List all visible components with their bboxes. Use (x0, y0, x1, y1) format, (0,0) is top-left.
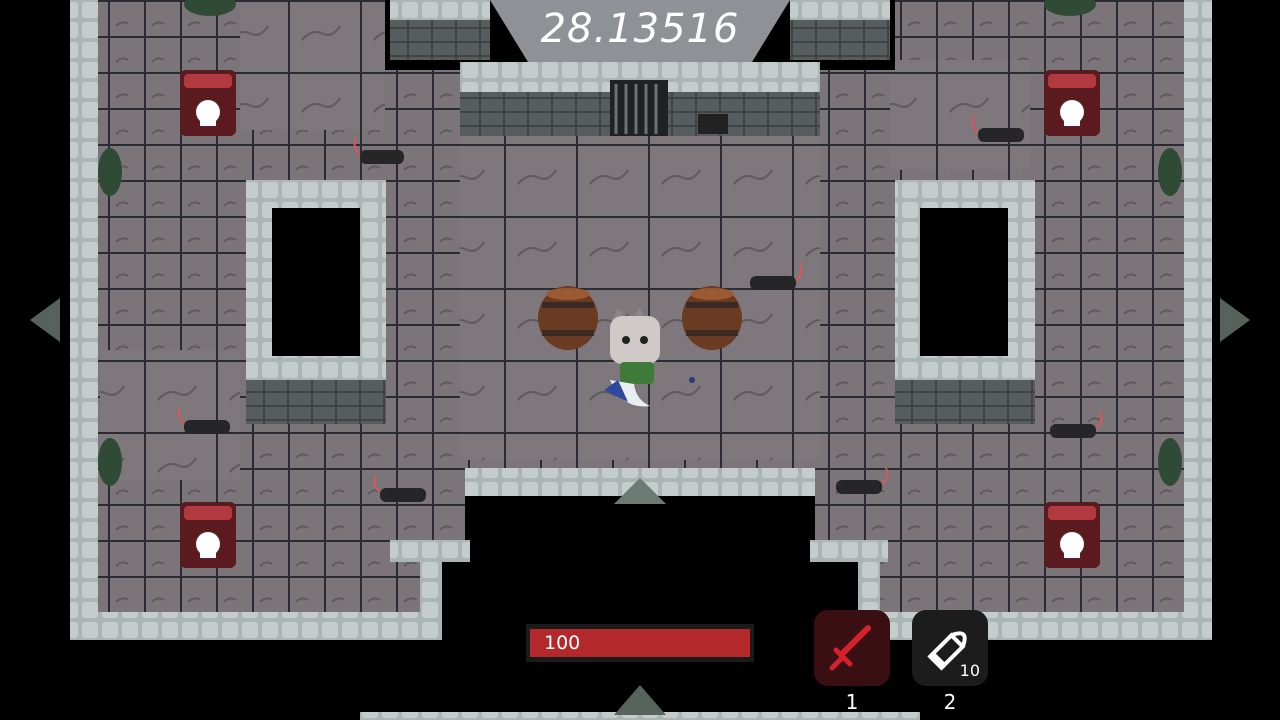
weapon-slot-bullet[interactable]: 10 (912, 610, 988, 686)
skull-crate (1044, 502, 1100, 568)
slot-key-2: 2 (943, 690, 957, 714)
skull-crate (180, 70, 236, 136)
survival-timer: 28.13516 (540, 6, 740, 52)
health-value: 100 (544, 632, 581, 654)
barrel (682, 286, 742, 350)
weapon-slot-sword[interactable] (814, 610, 890, 686)
health-bar: 100 (526, 624, 754, 662)
left-pit-structure (246, 180, 386, 424)
right-pit-structure (895, 180, 1035, 424)
bullet-projectile (689, 377, 695, 383)
ammo-count: 10 (959, 661, 980, 680)
timer-panel: 28.13516 (490, 0, 790, 62)
slot-key-1: 1 (845, 690, 859, 714)
skull-crate (1044, 70, 1100, 136)
skull-crate (180, 502, 236, 568)
dungeon-scene (30, 0, 1250, 720)
sword-icon (814, 610, 890, 686)
barrel (538, 286, 598, 350)
